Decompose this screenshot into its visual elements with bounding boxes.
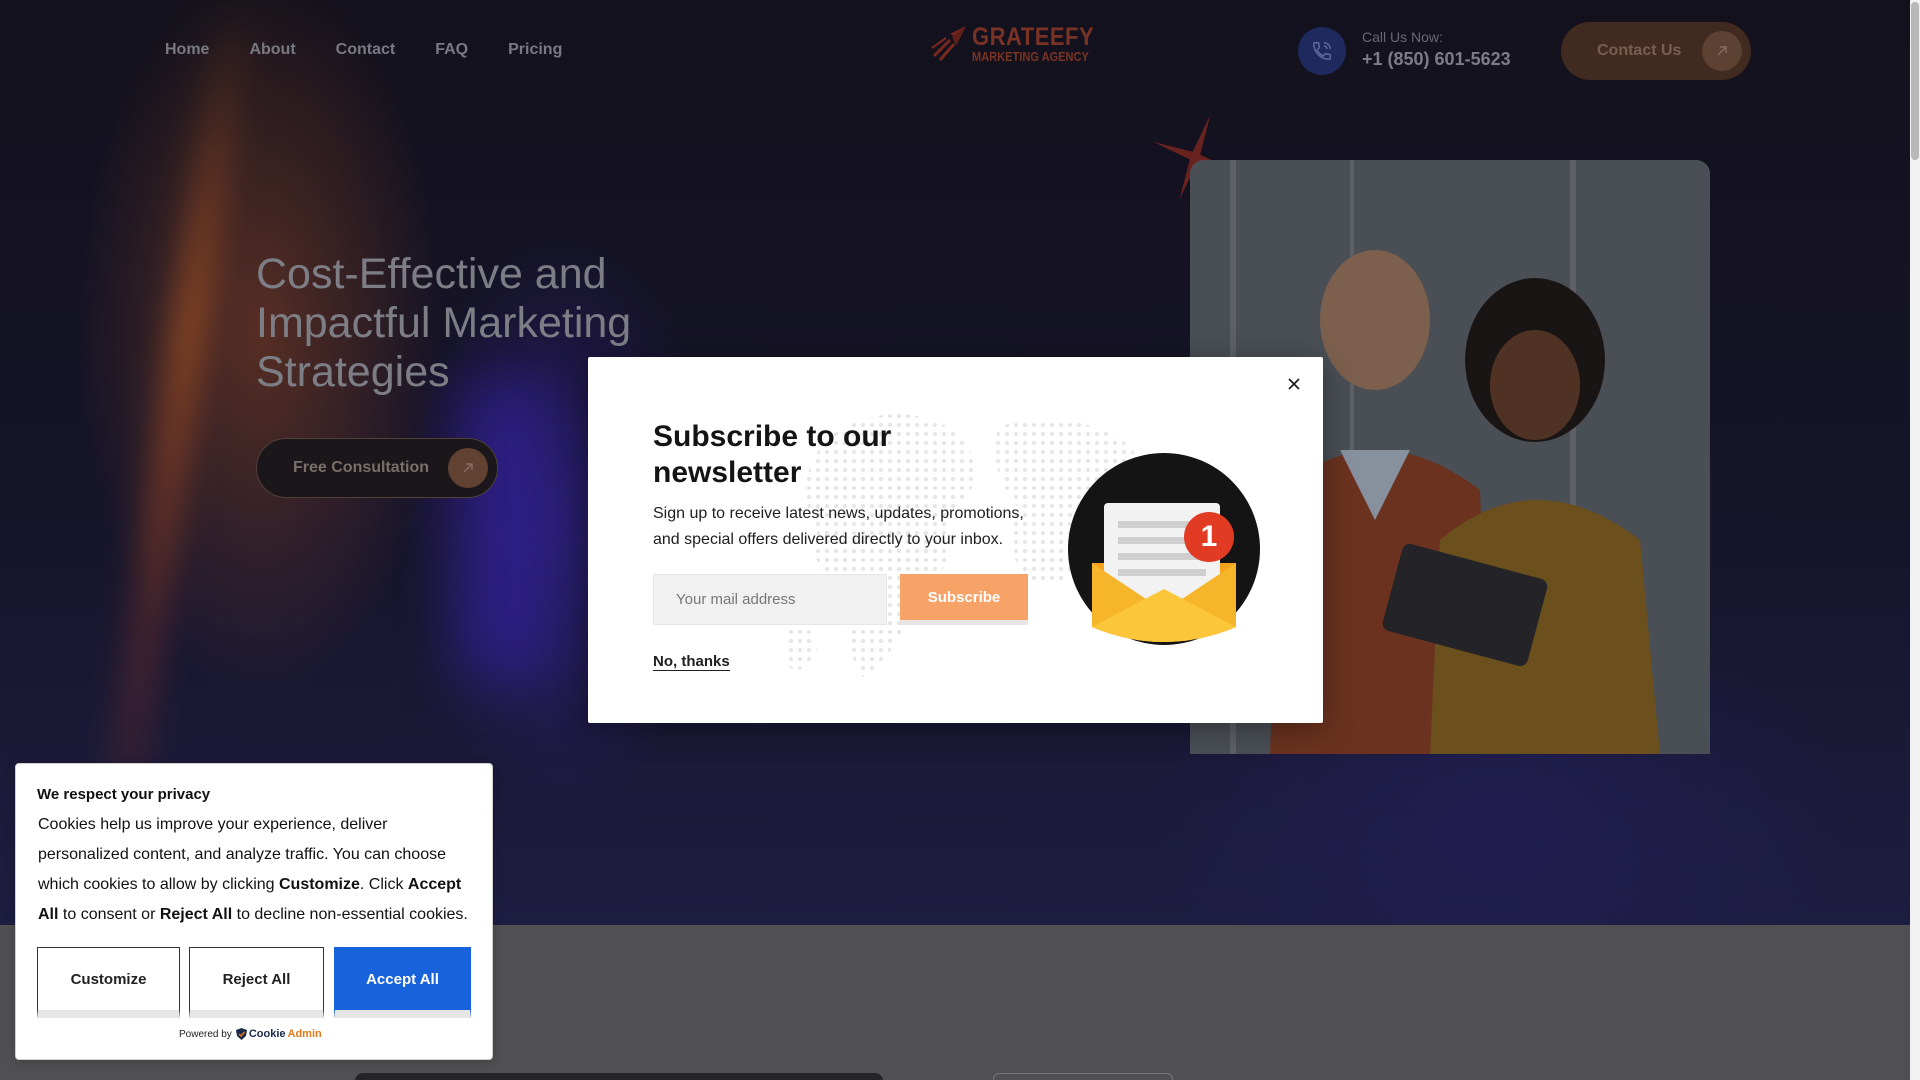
cookie-title: We respect your privacy (37, 786, 211, 803)
cookie-description: Cookies help us improve your experience,… (38, 810, 478, 930)
cookieadmin-logo[interactable]: Cookie Admin (235, 1028, 322, 1040)
page-scrollbar[interactable] (1910, 0, 1920, 1080)
cookie-consent-banner: We respect your privacy Cookies help us … (15, 763, 493, 1060)
newsletter-description: Sign up to receive latest news, updates,… (653, 505, 1024, 548)
powered-by: Powered by Cookie Admin (179, 1028, 322, 1040)
cookieadmin-brand-a: Cookie (248, 1028, 286, 1040)
powered-by-label: Powered by (179, 1028, 232, 1040)
cookieadmin-brand-b: Admin (287, 1028, 322, 1040)
cookie-text-reject: Reject All (159, 906, 233, 923)
email-input[interactable] (653, 574, 887, 625)
shield-check-icon (235, 1028, 247, 1040)
no-thanks-link[interactable]: No, thanks (653, 653, 730, 671)
cookie-text-part: . Click (359, 876, 408, 893)
newsletter-title: Subscribe to our newsletter (653, 420, 892, 489)
cookie-text-part: to decline non-essential cookies. (232, 906, 468, 923)
cookie-accept-all-button[interactable]: Accept All (334, 947, 471, 1018)
notification-badge-count: 1 (1200, 520, 1218, 553)
close-modal-button[interactable] (1283, 373, 1305, 395)
cookie-text-part: to consent or (58, 906, 160, 923)
close-icon (1288, 378, 1300, 390)
scrollbar-thumb[interactable] (1911, 2, 1919, 160)
cookie-reject-all-button[interactable]: Reject All (189, 947, 324, 1018)
cookie-customize-button[interactable]: Customize (37, 947, 180, 1018)
newsletter-modal: Subscribe to our newsletter Sign up to r… (588, 357, 1323, 723)
cookie-text-customize: Customize (279, 876, 360, 893)
envelope-notification-icon: 1 (1066, 451, 1262, 647)
subscribe-button[interactable]: Subscribe (900, 574, 1028, 625)
